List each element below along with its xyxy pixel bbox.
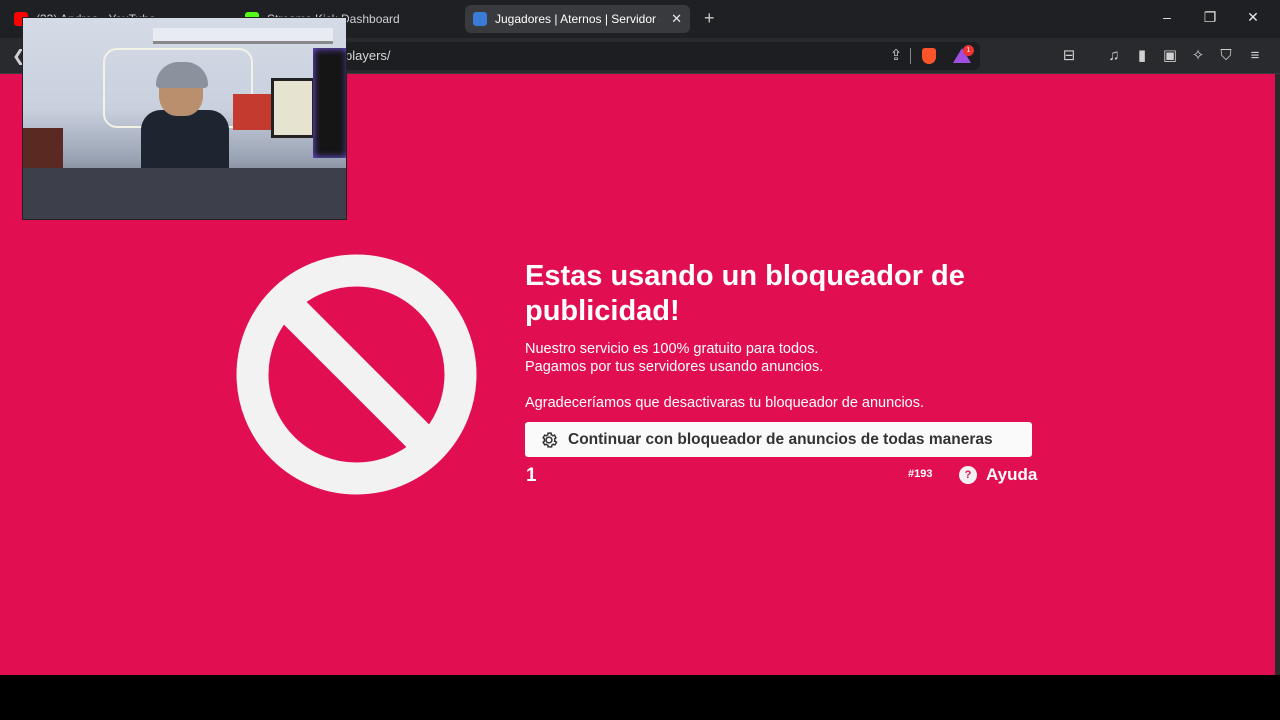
sidebar-icon[interactable]: ▮ (1132, 46, 1152, 66)
minimize-button[interactable]: – (1157, 9, 1177, 25)
continue-with-adblock-button[interactable]: Continuar con bloqueador de anuncios de … (525, 422, 1032, 457)
cam-monitor (271, 78, 315, 138)
url-text: players/ (345, 48, 391, 63)
aternos-icon (473, 12, 487, 26)
new-tab-button[interactable]: + (704, 9, 715, 27)
rewards-badge: 1 (963, 45, 974, 56)
cam-pc-case (313, 48, 346, 158)
close-window-button[interactable]: ✕ (1243, 9, 1263, 26)
tab-title: Jugadores | Aternos | Servidor de (495, 12, 660, 26)
cam-poster (233, 94, 271, 130)
block-icon (236, 254, 477, 495)
music-icon[interactable]: ♫ (1104, 46, 1124, 66)
toolbar-divider (910, 48, 911, 64)
close-tab-icon[interactable]: ✕ (663, 11, 682, 27)
scrollbar[interactable] (1275, 74, 1280, 675)
taskbar-area (0, 675, 1280, 720)
help-icon: ? (959, 466, 977, 484)
menu-icon[interactable]: ≡ (1245, 46, 1265, 66)
reader-mode-icon[interactable]: ⊟ (1059, 46, 1079, 66)
info-line-3: Agradeceríamos que desactivaras tu bloqu… (525, 395, 925, 411)
restore-button[interactable]: ❐ (1200, 9, 1220, 26)
continue-button-label: Continuar con bloqueador de anuncios de … (568, 430, 993, 448)
info-line-1: Nuestro servicio es 100% gratuito para t… (525, 341, 819, 357)
page-title: Estas usando un bloqueador de publicidad… (525, 260, 965, 327)
counter: 1 (526, 465, 537, 486)
gear-icon (542, 431, 558, 448)
cam-shelf (153, 28, 333, 44)
tab-aternos[interactable]: Jugadores | Aternos | Servidor de ✕ (465, 5, 690, 33)
help-label: Ayuda (986, 465, 1038, 484)
wallet-icon[interactable]: ▣ (1160, 46, 1180, 66)
brave-shields-icon[interactable] (922, 48, 936, 64)
share-icon[interactable]: ⇪ (886, 46, 906, 66)
vpn-icon[interactable]: ⛉ (1216, 46, 1236, 66)
help-link[interactable]: ? Ayuda (959, 465, 1037, 485)
webcam-overlay (22, 17, 347, 220)
ad-code: #193 (908, 468, 933, 480)
leo-icon[interactable]: ✧ (1188, 46, 1208, 66)
info-line-2: Pagamos por tus servidores usando anunci… (525, 359, 824, 375)
cam-desk (23, 168, 346, 219)
